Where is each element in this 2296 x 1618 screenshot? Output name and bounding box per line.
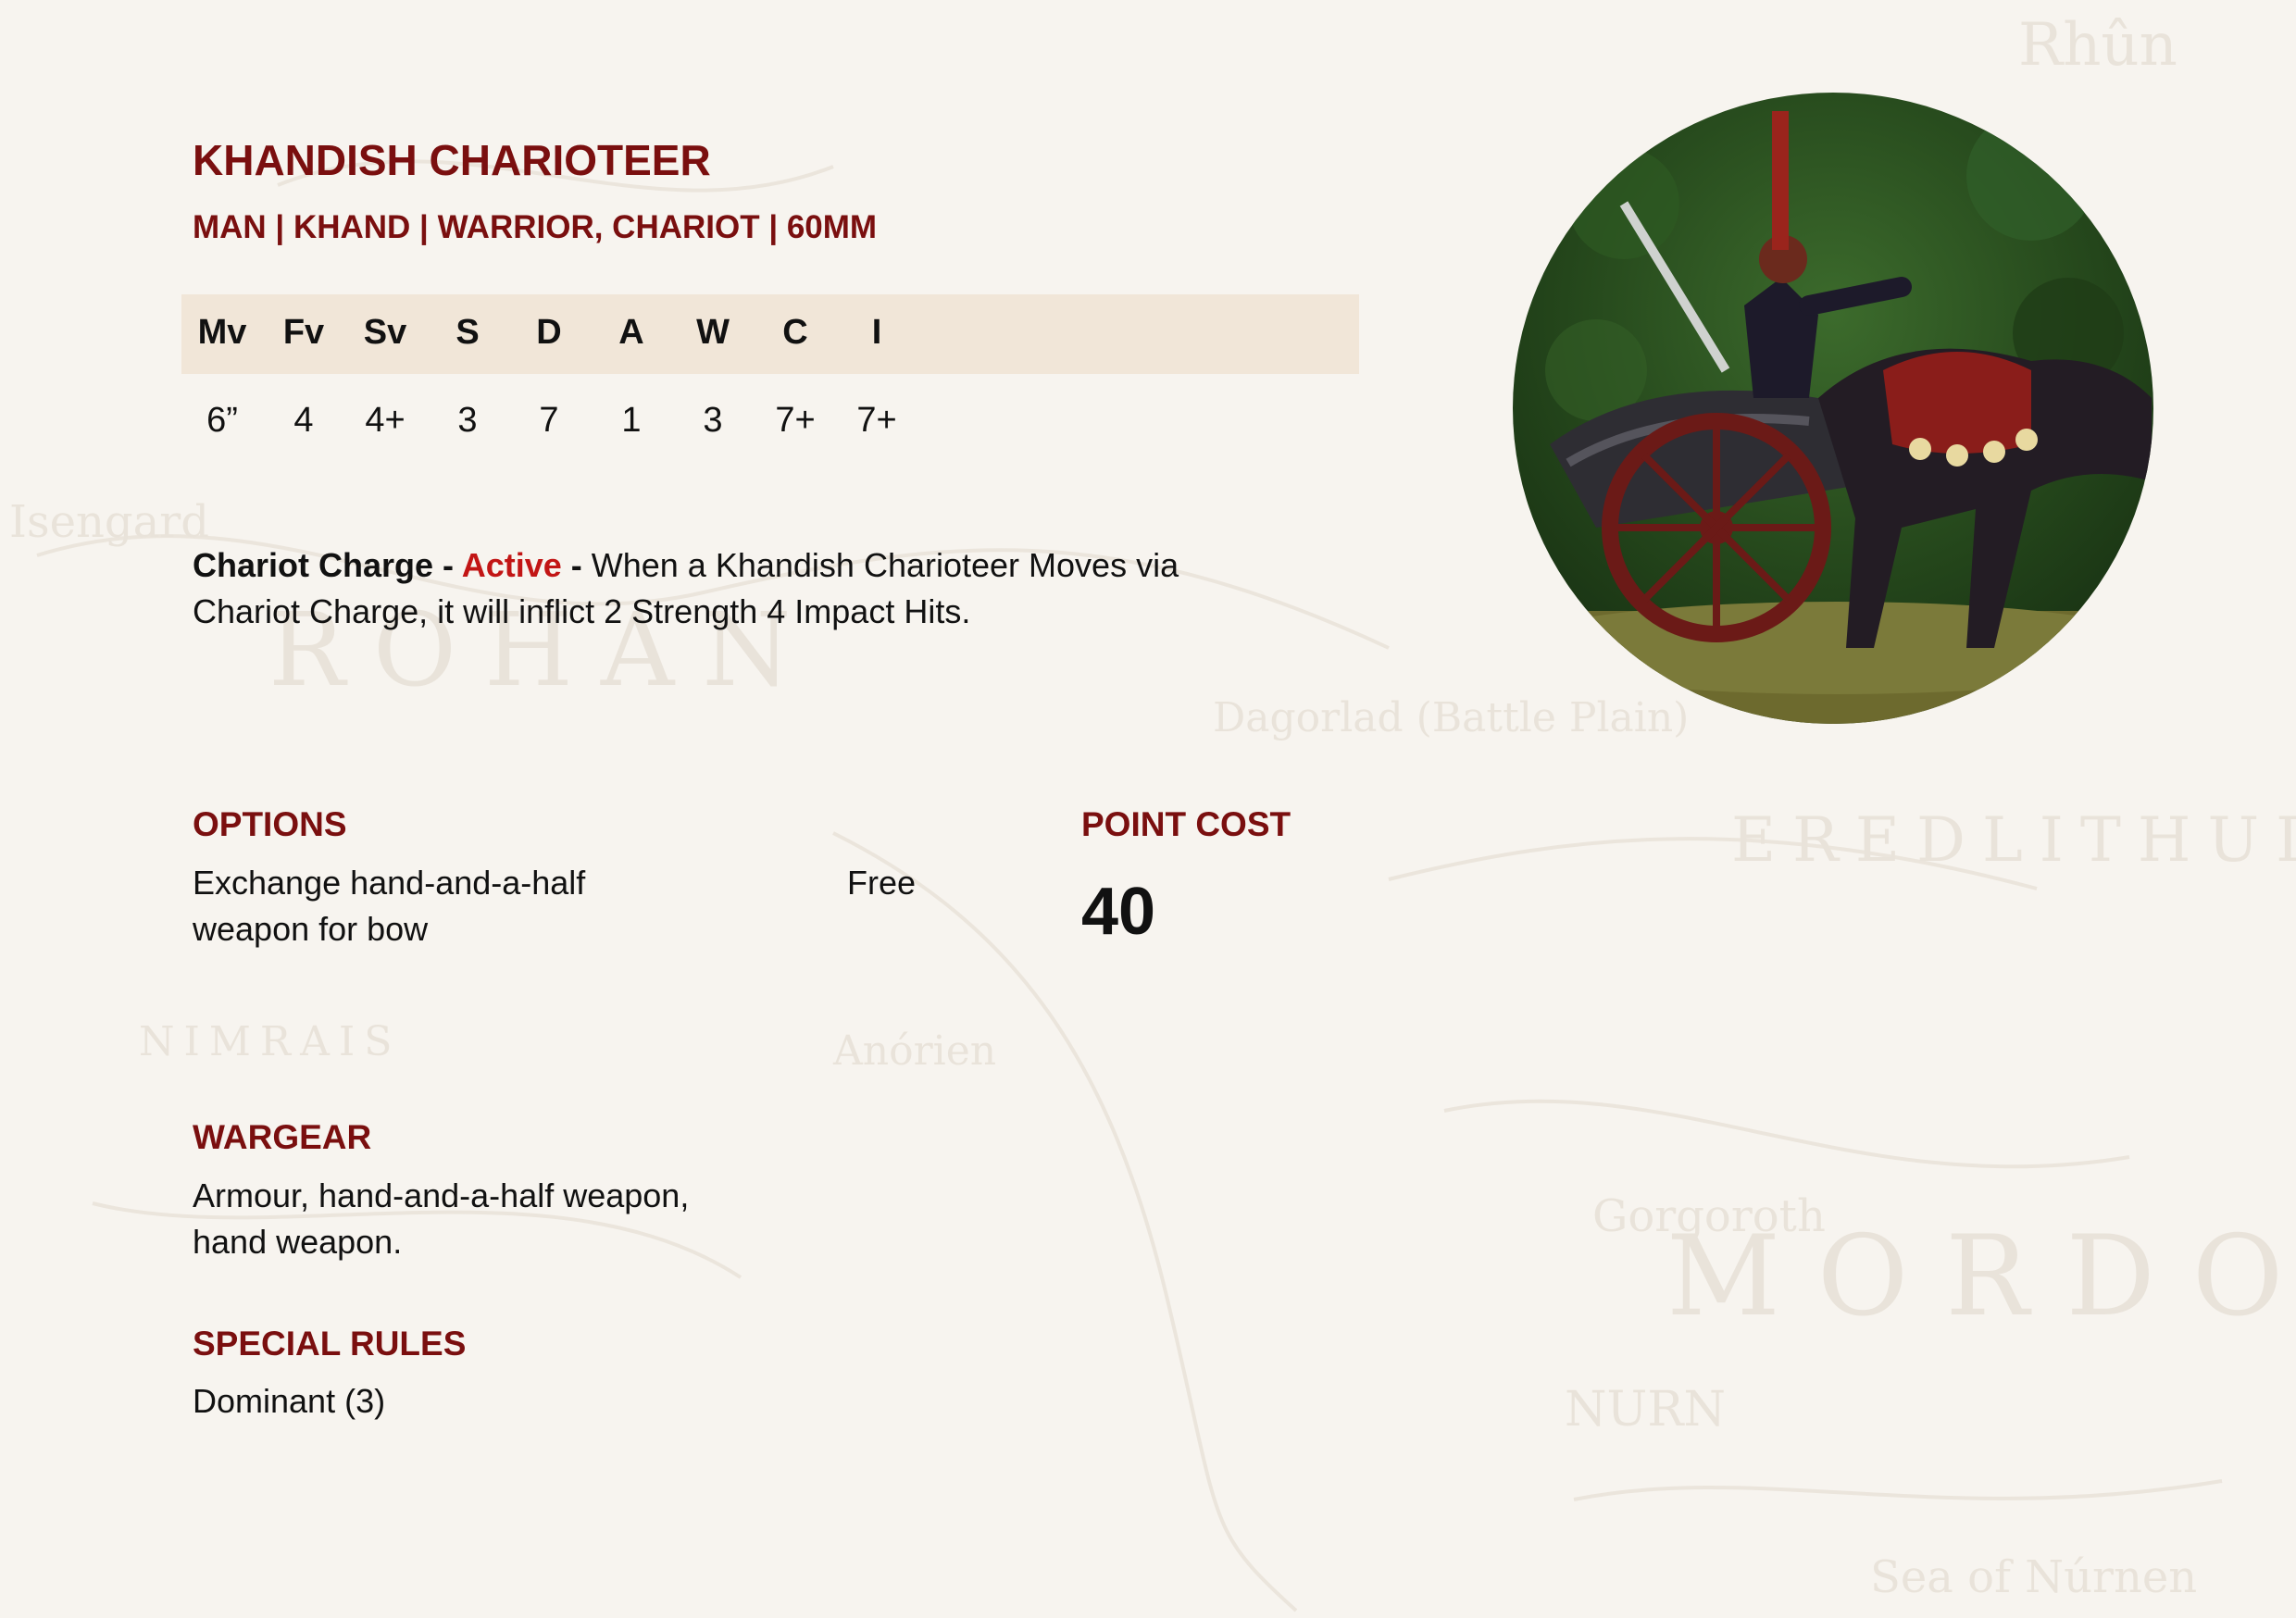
option-cost: Free <box>847 864 917 902</box>
wargear-text: Armour, hand-and-a-half weapon, hand wea… <box>193 1176 690 1261</box>
unit-name: KHANDISH CHARIOTEER <box>193 136 711 184</box>
stat-header: I <box>871 313 882 352</box>
active-rule: Chariot Charge - Active - When a Khandis… <box>193 542 1267 635</box>
wargear-heading: WARGEAR <box>193 1118 372 1156</box>
rule-type: Active <box>461 546 562 584</box>
unit-profile-card: KHANDISH CHARIOTEER MAN | KHAND | WARRIO… <box>0 0 2296 1618</box>
stat-value: 7+ <box>856 401 897 440</box>
point-cost-heading: POINT COST <box>1081 805 1292 843</box>
rule-name: Chariot Charge <box>193 546 434 584</box>
special-rules-heading: SPECIAL RULES <box>193 1325 467 1363</box>
rule-separator: - <box>433 546 462 584</box>
special-rules-text: Dominant (3) <box>193 1382 386 1420</box>
options-heading: OPTIONS <box>193 805 347 843</box>
unit-portrait-image <box>1513 93 2153 724</box>
stat-value-row: 6” 4 4+ 3 7 1 3 7+ 7+ <box>181 401 1359 447</box>
option-text: Exchange hand-and-a-half weapon for bow <box>193 864 586 948</box>
point-cost-value: 40 <box>1081 875 1156 949</box>
unit-keywords: MAN | KHAND | WARRIOR, CHARIOT | 60MM <box>193 209 878 245</box>
stat-header-row: Mv Fv Sv S D A W C I <box>181 294 1359 374</box>
rule-separator: - <box>561 546 592 584</box>
